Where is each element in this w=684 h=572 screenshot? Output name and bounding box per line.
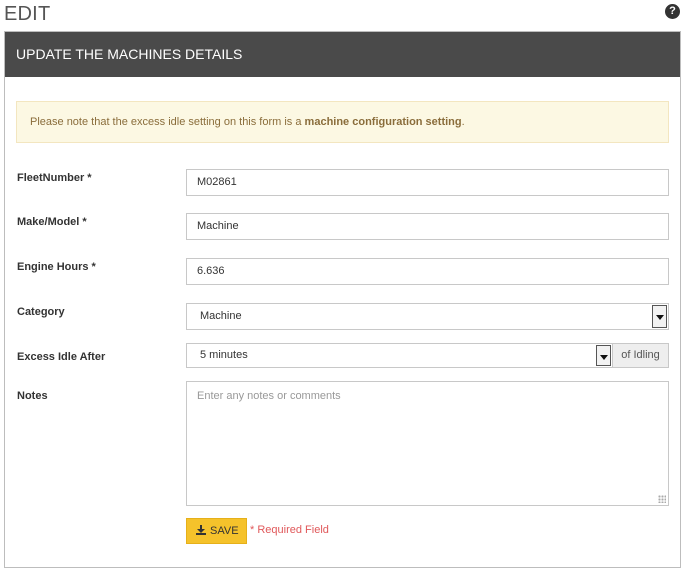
save-label: SAVE	[210, 525, 239, 537]
required-field-note: * Required Field	[250, 524, 329, 536]
engine-hours-label: Engine Hours *	[17, 261, 96, 273]
fleet-number-label: FleetNumber *	[17, 172, 92, 184]
chevron-down-icon[interactable]	[652, 305, 667, 328]
notice-suffix: .	[461, 116, 465, 128]
config-notice: Please note that the excess idle setting…	[16, 101, 669, 143]
notice-prefix: Please note that the excess idle setting…	[30, 116, 305, 128]
make-model-label: Make/Model *	[17, 216, 87, 228]
question-circle-icon[interactable]: ?	[665, 4, 680, 19]
save-button[interactable]: SAVE	[186, 518, 247, 544]
category-label: Category	[17, 306, 65, 318]
page-title: EDIT	[4, 3, 51, 25]
notes-placeholder: Enter any notes or comments	[197, 390, 341, 402]
download-icon	[196, 525, 206, 535]
machine-details-panel: UPDATE THE MACHINES DETAILS Please note …	[4, 31, 681, 568]
notice-emphasis: machine configuration setting	[304, 116, 462, 128]
panel-header: UPDATE THE MACHINES DETAILS	[5, 32, 680, 77]
notes-textarea[interactable]: Enter any notes or comments	[186, 381, 669, 506]
notes-label: Notes	[17, 390, 48, 402]
excess-idle-selected-value: 5 minutes	[200, 349, 248, 361]
category-selected-value: Machine	[200, 310, 242, 322]
idle-unit-addon: of Idling	[613, 343, 669, 368]
excess-idle-select[interactable]: 5 minutes	[186, 343, 613, 368]
make-model-input[interactable]: Machine	[186, 213, 669, 240]
chevron-down-icon[interactable]	[596, 345, 611, 366]
fleet-number-input[interactable]: M02861	[186, 169, 669, 196]
resize-handle-icon[interactable]	[658, 495, 666, 503]
excess-idle-label: Excess Idle After	[17, 351, 106, 363]
engine-hours-input[interactable]: 6.636	[186, 258, 669, 285]
category-select[interactable]: Machine	[186, 303, 669, 330]
